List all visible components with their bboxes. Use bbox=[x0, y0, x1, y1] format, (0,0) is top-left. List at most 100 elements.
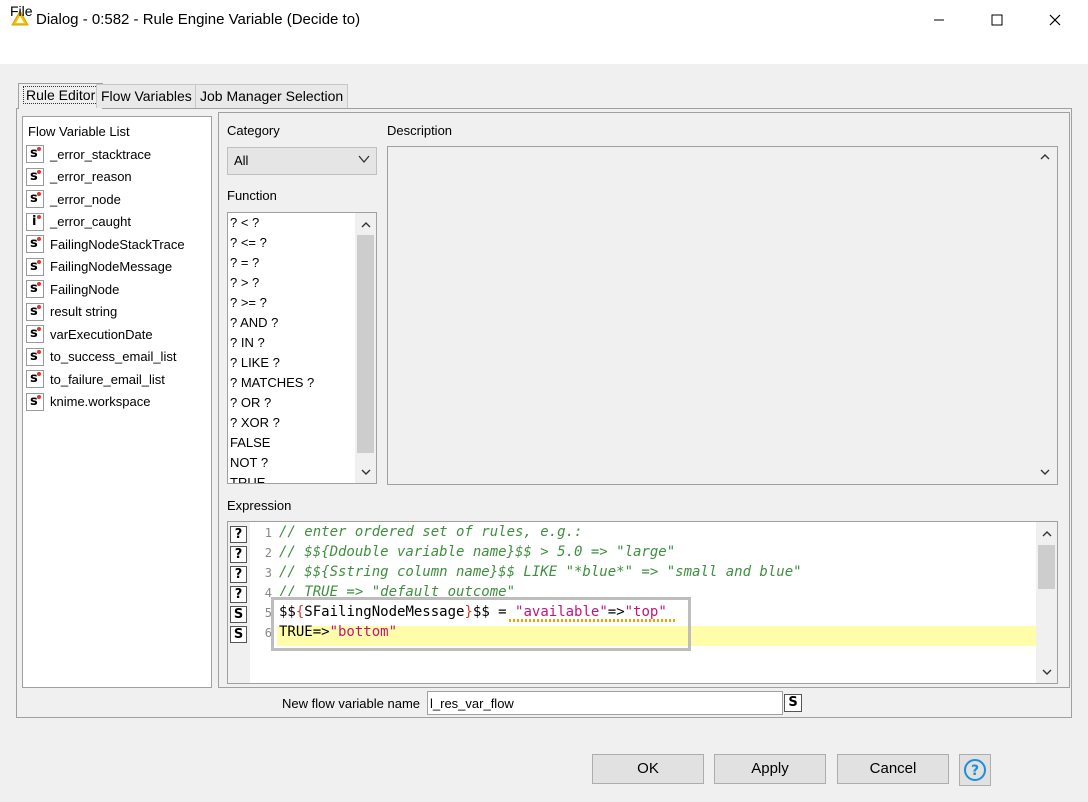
function-item[interactable]: ? XOR ? bbox=[228, 413, 376, 433]
scroll-up-icon[interactable] bbox=[1040, 527, 1054, 541]
flow-variable-name: to_success_email_list bbox=[50, 349, 177, 365]
flow-variable-list-header: Flow Variable List bbox=[28, 124, 130, 139]
gutter-marker[interactable]: ? bbox=[230, 526, 247, 543]
category-select[interactable]: All bbox=[227, 147, 377, 175]
function-item[interactable]: ? MATCHES ? bbox=[228, 373, 376, 393]
help-icon: ? bbox=[964, 759, 986, 781]
gutter-marker[interactable]: S bbox=[230, 606, 247, 623]
function-item[interactable]: ? LIKE ? bbox=[228, 353, 376, 373]
function-item[interactable]: ? = ? bbox=[228, 253, 376, 273]
list-item[interactable]: s varExecutionDate bbox=[26, 323, 208, 346]
category-label: Category bbox=[227, 123, 280, 138]
description-label: Description bbox=[387, 123, 453, 138]
flow-variable-name: to_failure_email_list bbox=[50, 371, 165, 387]
new-variable-name-label: New flow variable name bbox=[282, 696, 421, 711]
integer-type-icon: i bbox=[26, 212, 44, 231]
function-item[interactable]: ? OR ? bbox=[228, 393, 376, 413]
string-type-icon: s bbox=[26, 325, 44, 344]
apply-button[interactable]: Apply bbox=[714, 754, 826, 784]
function-item[interactable]: TRUE bbox=[228, 473, 376, 483]
tab-rule-editor[interactable]: Rule Editor bbox=[18, 83, 104, 109]
flow-variable-name: _error_node bbox=[50, 191, 121, 207]
function-item[interactable]: ? AND ? bbox=[228, 313, 376, 333]
cancel-button[interactable]: Cancel bbox=[837, 754, 949, 784]
flow-variable-name: FailingNode bbox=[50, 281, 120, 297]
line-number: 2 bbox=[264, 546, 272, 560]
tab-job-manager-selection[interactable]: Job Manager Selection bbox=[195, 84, 349, 108]
list-item[interactable]: s knime.workspace bbox=[26, 391, 208, 414]
string-type-icon: s bbox=[26, 347, 44, 366]
tab-rule-editor-label: Rule Editor bbox=[23, 86, 99, 104]
line-number: 5 bbox=[264, 606, 272, 620]
gutter-marker[interactable]: ? bbox=[230, 546, 247, 563]
function-item[interactable]: ? <= ? bbox=[228, 233, 376, 253]
flow-variable-name: _error_stacktrace bbox=[50, 146, 152, 162]
line-number: 1 bbox=[264, 526, 272, 540]
list-item[interactable]: s _error_node bbox=[26, 188, 208, 211]
scroll-down-icon[interactable] bbox=[359, 465, 373, 479]
selection-outline bbox=[271, 597, 691, 651]
gutter-marker[interactable]: S bbox=[230, 626, 247, 643]
code-line-comment: // $${Ddouble variable name}$$ > 5.0 => … bbox=[279, 544, 676, 560]
variable-type-button[interactable]: S bbox=[784, 694, 802, 712]
ok-button[interactable]: OK bbox=[592, 754, 704, 784]
tab-flow-variables[interactable]: Flow Variables bbox=[96, 84, 197, 108]
scroll-down-icon[interactable] bbox=[1040, 665, 1054, 679]
flow-variable-name: _error_reason bbox=[50, 169, 132, 185]
description-box bbox=[387, 146, 1058, 485]
string-type-icon: s bbox=[26, 392, 44, 411]
maximize-button[interactable] bbox=[974, 0, 1020, 40]
chevron-down-icon bbox=[358, 155, 370, 164]
help-button[interactable]: ? bbox=[959, 754, 991, 786]
list-item[interactable]: s FailingNodeMessage bbox=[26, 256, 208, 279]
minimize-button[interactable] bbox=[916, 0, 962, 40]
gutter-marker[interactable]: ? bbox=[230, 566, 247, 583]
scroll-up-icon[interactable] bbox=[359, 218, 373, 232]
function-item[interactable]: ? > ? bbox=[228, 273, 376, 293]
line-number: 6 bbox=[264, 626, 272, 640]
window-title: Dialog - 0:582 - Rule Engine Variable (D… bbox=[36, 11, 361, 28]
list-item[interactable]: s _error_reason bbox=[26, 166, 208, 189]
close-icon bbox=[1049, 14, 1061, 26]
string-type-icon: s bbox=[26, 302, 44, 321]
menu-bar bbox=[0, 40, 1088, 64]
list-item[interactable]: s to_success_email_list bbox=[26, 346, 208, 369]
function-item[interactable]: ? IN ? bbox=[228, 333, 376, 353]
list-item[interactable]: s FailingNodeStackTrace bbox=[26, 233, 208, 256]
menu-file[interactable]: File bbox=[10, 3, 33, 19]
string-type-icon: s bbox=[26, 145, 44, 164]
function-label: Function bbox=[227, 188, 277, 203]
flow-variable-name: FailingNodeStackTrace bbox=[50, 236, 185, 252]
flow-variable-name: _error_caught bbox=[50, 214, 131, 230]
gutter-marker[interactable]: ? bbox=[230, 586, 247, 603]
line-number: 3 bbox=[264, 566, 272, 580]
list-item[interactable]: s FailingNode bbox=[26, 278, 208, 301]
list-item[interactable]: s _error_stacktrace bbox=[26, 143, 208, 166]
code-line-comment: // TRUE => "default outcome" bbox=[279, 584, 516, 596]
function-item[interactable]: FALSE bbox=[228, 433, 376, 453]
list-item[interactable]: s to_failure_email_list bbox=[26, 368, 208, 391]
minimize-icon bbox=[934, 19, 944, 21]
code-line-comment: // $${Sstring column name}$$ LIKE "*blue… bbox=[279, 564, 802, 580]
scroll-up-icon[interactable] bbox=[1038, 150, 1052, 164]
new-variable-name-input[interactable]: l_res_var_flow bbox=[427, 691, 783, 715]
function-item[interactable]: ? >= ? bbox=[228, 293, 376, 313]
flow-variable-name: FailingNodeMessage bbox=[50, 259, 173, 275]
close-button[interactable] bbox=[1032, 0, 1078, 40]
string-type-icon: s bbox=[26, 167, 44, 186]
code-line-comment: // enter ordered set of rules, e.g.: bbox=[279, 524, 583, 540]
list-item[interactable]: s result string bbox=[26, 301, 208, 324]
flow-variable-name: varExecutionDate bbox=[50, 326, 153, 342]
string-type-icon: s bbox=[26, 235, 44, 254]
function-item[interactable]: NOT ? bbox=[228, 453, 376, 473]
function-scroll-thumb[interactable] bbox=[357, 235, 374, 453]
string-type-icon: s bbox=[26, 370, 44, 389]
string-type-icon: s bbox=[26, 257, 44, 276]
flow-variable-list: s _error_stacktrace s _error_reason s _erro… bbox=[26, 143, 208, 413]
list-item[interactable]: i _error_caught bbox=[26, 211, 208, 234]
expression-scroll-thumb[interactable] bbox=[1038, 545, 1055, 589]
line-number: 4 bbox=[264, 586, 272, 600]
function-item[interactable]: ? < ? bbox=[228, 213, 376, 233]
scroll-down-icon[interactable] bbox=[1038, 465, 1052, 479]
flow-variable-name: knime.workspace bbox=[50, 394, 151, 410]
